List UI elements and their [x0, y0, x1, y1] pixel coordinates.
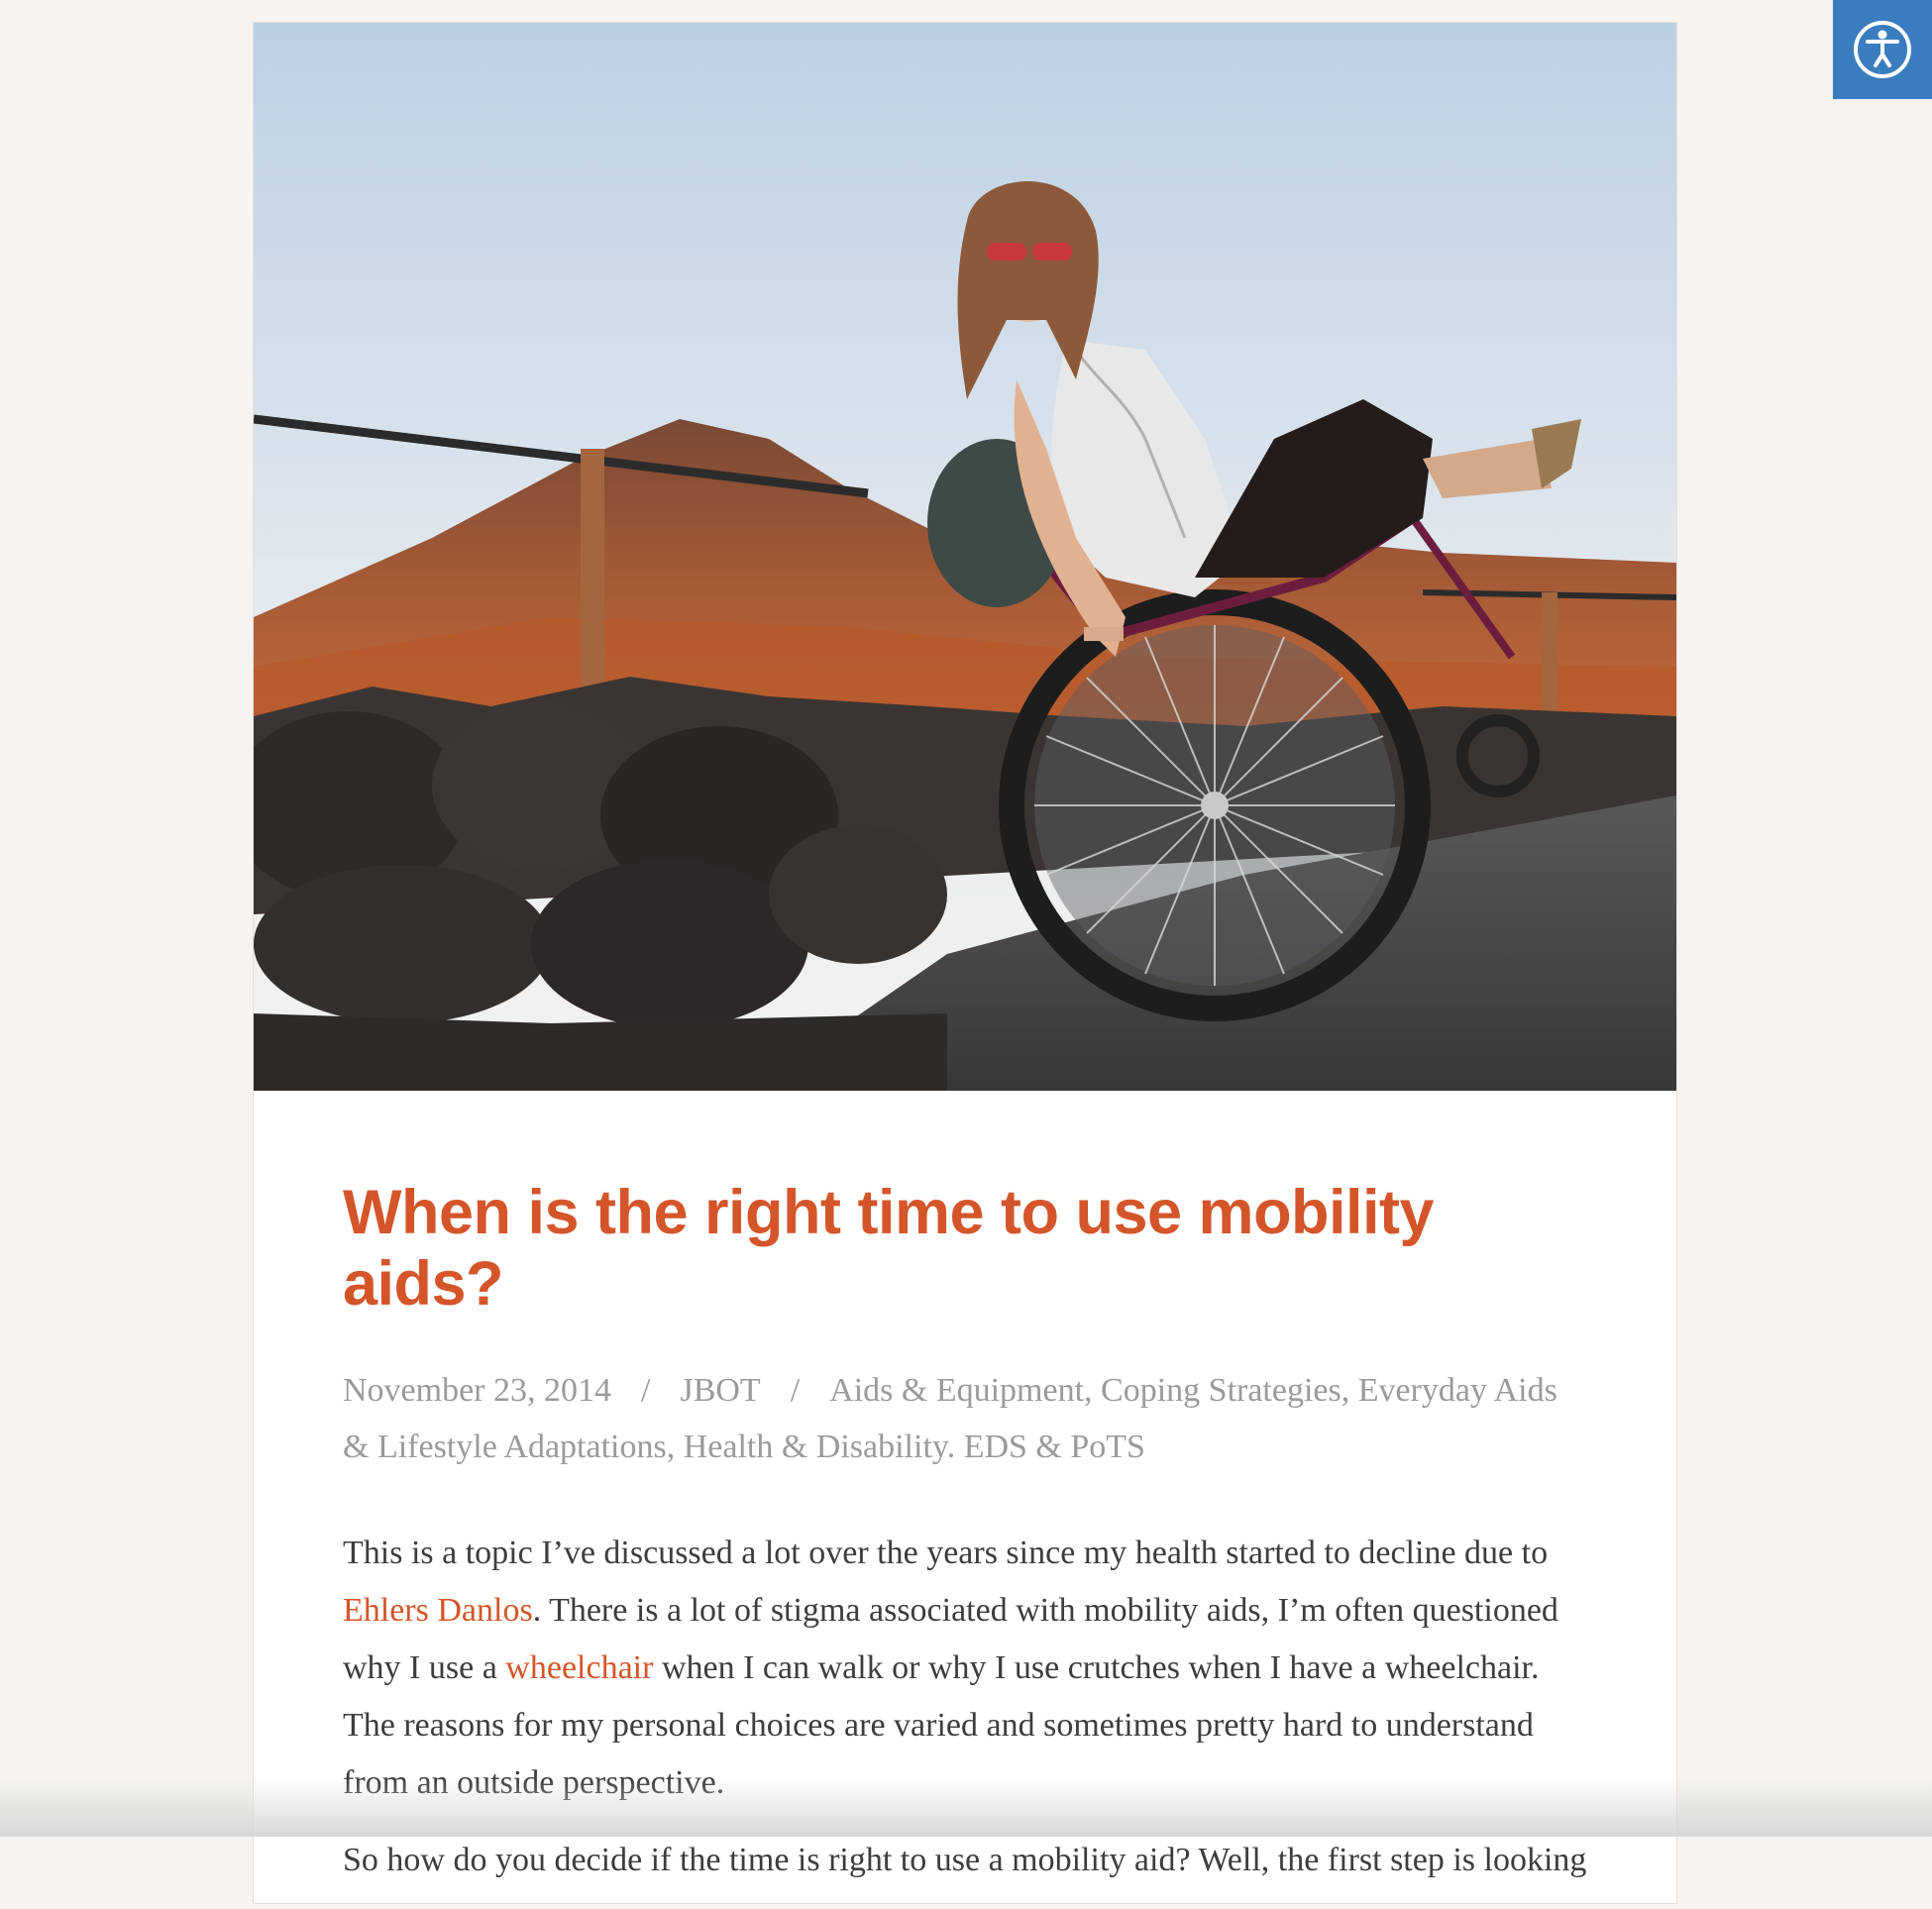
featured-image [254, 23, 1676, 1091]
wheelchair-link[interactable]: wheelchair [505, 1649, 653, 1686]
accessibility-icon [1854, 21, 1911, 78]
paragraph-2: So how do you decide if the time is righ… [343, 1841, 1587, 1878]
paragraph-text: This is a topic I’ve discussed a lot ove… [343, 1534, 1549, 1571]
post-card: When is the right time to use mobility a… [253, 22, 1677, 1904]
meta-separator: / [641, 1371, 651, 1409]
meta-separator: / [790, 1371, 801, 1409]
ehlers-danlos-link[interactable]: Ehlers Danlos [343, 1592, 533, 1629]
post-title[interactable]: When is the right time to use mobility a… [343, 1177, 1587, 1321]
accessibility-button[interactable] [1833, 0, 1932, 99]
post-meta: November 23, 2014/JBOT / Aids & Equipment,… [343, 1362, 1587, 1475]
post-date[interactable]: November 23, 2014 [343, 1372, 611, 1409]
paragraph-1: This is a topic I’ve discussed a lot ove… [343, 1525, 1587, 1812]
post-author-link[interactable]: JBOT [680, 1372, 760, 1409]
bottom-shadow [0, 1777, 1932, 1837]
